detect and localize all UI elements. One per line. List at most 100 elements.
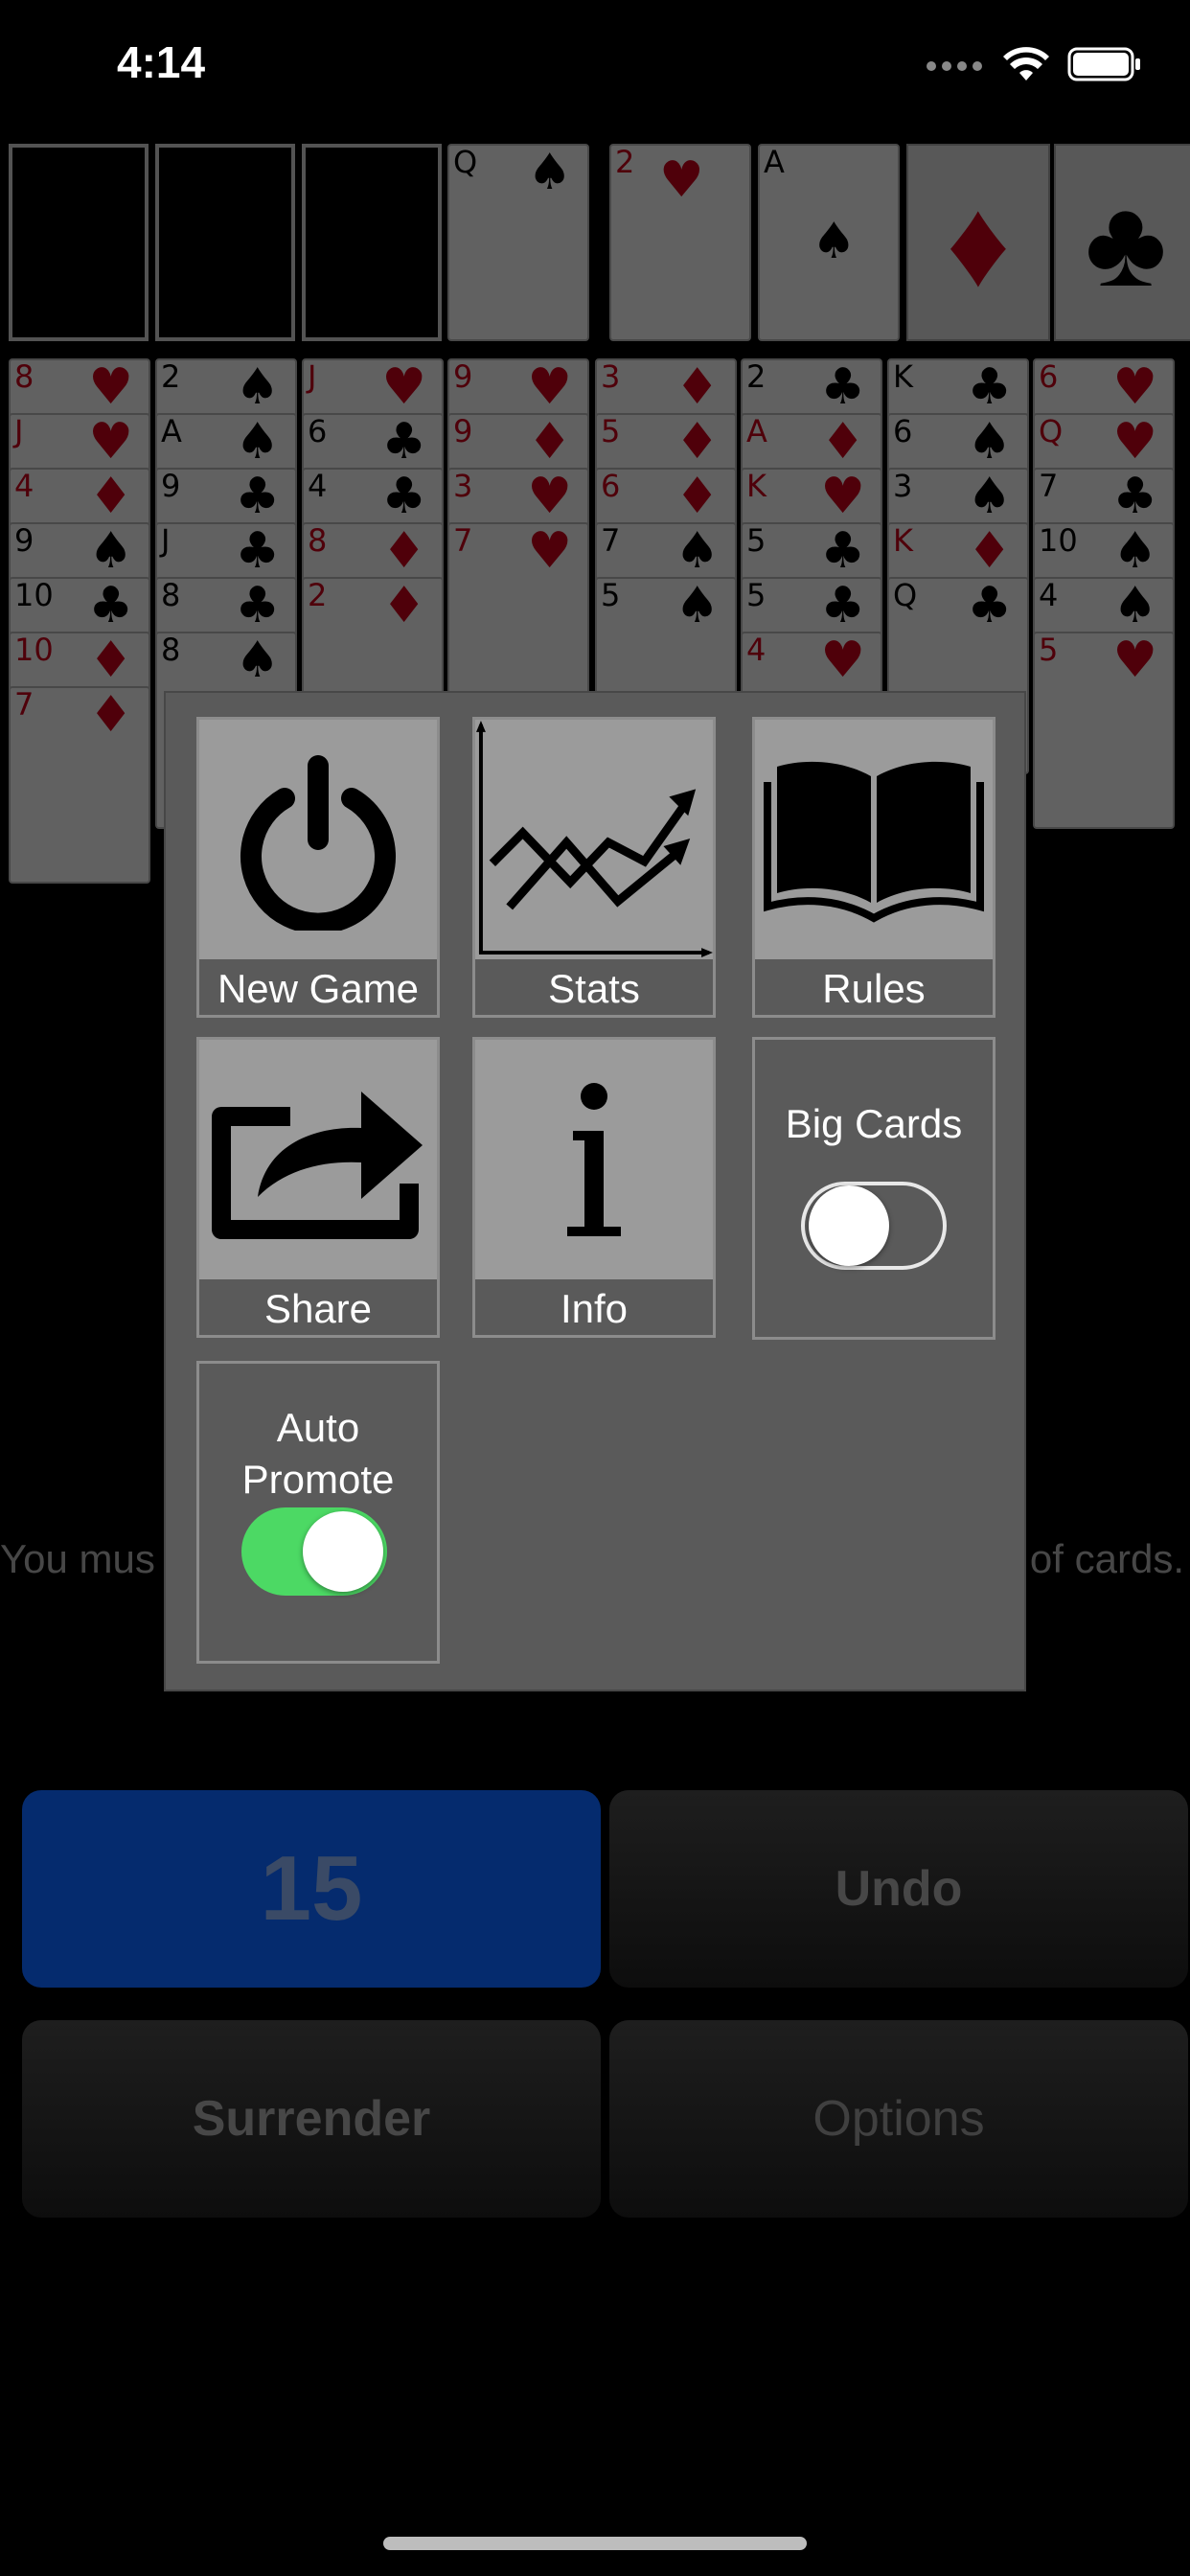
card-rank: 5 bbox=[746, 577, 767, 613]
free-cell[interactable] bbox=[9, 144, 149, 341]
card-rank: 6 bbox=[308, 413, 328, 449]
stats-button[interactable]: Stats bbox=[472, 717, 716, 1018]
card-suit-icon: ♦ bbox=[820, 413, 865, 471]
diamond-icon: ♦ bbox=[946, 172, 1011, 312]
card-suit-icon: ♥ bbox=[527, 522, 572, 580]
card-suit-icon: ♦ bbox=[88, 468, 133, 525]
free-cell-card[interactable]: Q ♠ bbox=[447, 144, 589, 341]
club-icon: ♣ bbox=[1085, 172, 1167, 312]
card-rank: 2 bbox=[615, 144, 635, 180]
card-suit-icon: ♠ bbox=[235, 413, 280, 471]
card-rank: 4 bbox=[308, 468, 328, 504]
tableau-card[interactable]: 7 ♦ bbox=[9, 686, 150, 884]
card-suit-icon: ♠ bbox=[235, 632, 280, 689]
card-rank: 2 bbox=[308, 577, 328, 613]
card-rank: A bbox=[161, 413, 182, 449]
card-suit-icon: ♥ bbox=[820, 632, 865, 689]
card-suit-icon: ♣ bbox=[967, 577, 1012, 634]
share-button[interactable]: Share bbox=[196, 1037, 440, 1338]
foundation-card[interactable]: A ♠ bbox=[758, 144, 900, 341]
foundation-card[interactable]: 2 ♥ bbox=[609, 144, 751, 341]
card-rank: 5 bbox=[746, 522, 767, 559]
card-suit-icon: ♦ bbox=[527, 413, 572, 471]
free-cell[interactable] bbox=[155, 144, 295, 341]
card-suit-icon: ♣ bbox=[820, 577, 865, 634]
card-suit-icon: ♦ bbox=[675, 413, 720, 471]
card-suit-icon: ♦ bbox=[675, 468, 720, 525]
card-rank: 10 bbox=[14, 577, 54, 613]
card-suit-icon: ♦ bbox=[675, 358, 720, 416]
new-game-button[interactable]: New Game bbox=[196, 717, 440, 1018]
card-suit-icon: ♦ bbox=[88, 686, 133, 744]
card-suit-icon: ♥ bbox=[88, 358, 133, 416]
foundation-clubs[interactable]: ♣ bbox=[1054, 144, 1190, 341]
power-icon bbox=[199, 720, 437, 959]
big-cards-label: Big Cards bbox=[785, 1101, 963, 1146]
hint-text-right: of cards. bbox=[1029, 1536, 1184, 1581]
card-rank: K bbox=[746, 468, 767, 504]
card-rank: J bbox=[308, 358, 317, 395]
auto-promote-toggle[interactable] bbox=[241, 1507, 387, 1596]
card-rank: 5 bbox=[601, 577, 621, 613]
stats-label: Stats bbox=[475, 959, 713, 1015]
free-cell[interactable] bbox=[302, 144, 442, 341]
card-rank: J bbox=[14, 413, 24, 449]
card-rank: 8 bbox=[14, 358, 34, 395]
card-rank: Q bbox=[893, 577, 918, 613]
info-icon bbox=[475, 1040, 713, 1279]
card-rank: 9 bbox=[453, 413, 473, 449]
card-rank: 9 bbox=[453, 358, 473, 395]
undo-button[interactable]: Undo bbox=[609, 1790, 1188, 1988]
card-rank: 9 bbox=[14, 522, 34, 559]
card-rank: K bbox=[893, 358, 913, 395]
card-rank: 4 bbox=[746, 632, 767, 668]
card-rank: 10 bbox=[14, 632, 54, 668]
card-suit-icon: ♦ bbox=[381, 577, 426, 634]
card-suit-icon: ♣ bbox=[1112, 468, 1157, 525]
card-suit-icon: ♣ bbox=[88, 577, 133, 634]
moves-counter[interactable]: 15 bbox=[22, 1790, 601, 1988]
foundation-diamonds[interactable]: ♦ bbox=[906, 144, 1050, 341]
new-game-label: New Game bbox=[199, 959, 437, 1015]
card-suit-icon: ♥ bbox=[820, 468, 865, 525]
tableau-card[interactable]: 5 ♥ bbox=[1033, 632, 1175, 829]
card-suit-icon: ♣ bbox=[235, 468, 280, 525]
auto-promote-label-line2: Promote bbox=[241, 1457, 395, 1502]
card-rank: 7 bbox=[453, 522, 473, 559]
auto-promote-label: Auto Promote bbox=[199, 1402, 437, 1506]
card-suit-icon: ♥ bbox=[527, 358, 572, 416]
share-icon bbox=[199, 1040, 437, 1279]
card-suit-icon: ♥ bbox=[1112, 632, 1157, 689]
options-button[interactable]: Options bbox=[609, 2020, 1188, 2218]
card-rank: 2 bbox=[161, 358, 181, 395]
rules-button[interactable]: Rules bbox=[752, 717, 995, 1018]
card-suit-icon: ♣ bbox=[235, 577, 280, 634]
card-rank: 3 bbox=[893, 468, 913, 504]
card-suit-icon: ♣ bbox=[381, 413, 426, 471]
card-suit-icon: ♥ bbox=[527, 468, 572, 525]
card-suit-icon: ♣ bbox=[820, 522, 865, 580]
card-rank: 6 bbox=[601, 468, 621, 504]
card-suit-icon: ♠ bbox=[967, 413, 1012, 471]
card-suit-icon: ♠ bbox=[235, 358, 280, 416]
card-suit-icon: ♠ bbox=[812, 213, 857, 270]
rules-label: Rules bbox=[755, 959, 993, 1015]
card-rank: A bbox=[746, 413, 767, 449]
card-suit-icon: ♥ bbox=[1112, 358, 1157, 416]
card-suit-icon: ♠ bbox=[88, 522, 133, 580]
surrender-button[interactable]: Surrender bbox=[22, 2020, 601, 2218]
card-rank: 10 bbox=[1039, 522, 1078, 559]
card-suit-icon: ♥ bbox=[1112, 413, 1157, 471]
card-rank: A bbox=[764, 144, 785, 180]
card-suit-icon: ♠ bbox=[675, 522, 720, 580]
info-button[interactable]: Info bbox=[472, 1037, 716, 1338]
card-suit-icon: ♥ bbox=[381, 358, 426, 416]
card-rank: 8 bbox=[161, 632, 181, 668]
card-suit-icon: ♠ bbox=[675, 577, 720, 634]
big-cards-toggle[interactable] bbox=[801, 1182, 947, 1270]
card-suit-icon: ♠ bbox=[1112, 522, 1157, 580]
auto-promote-option: Auto Promote bbox=[196, 1361, 440, 1664]
card-suit-icon: ♦ bbox=[381, 522, 426, 580]
home-indicator bbox=[383, 2537, 807, 2550]
stats-chart-icon bbox=[475, 720, 713, 959]
